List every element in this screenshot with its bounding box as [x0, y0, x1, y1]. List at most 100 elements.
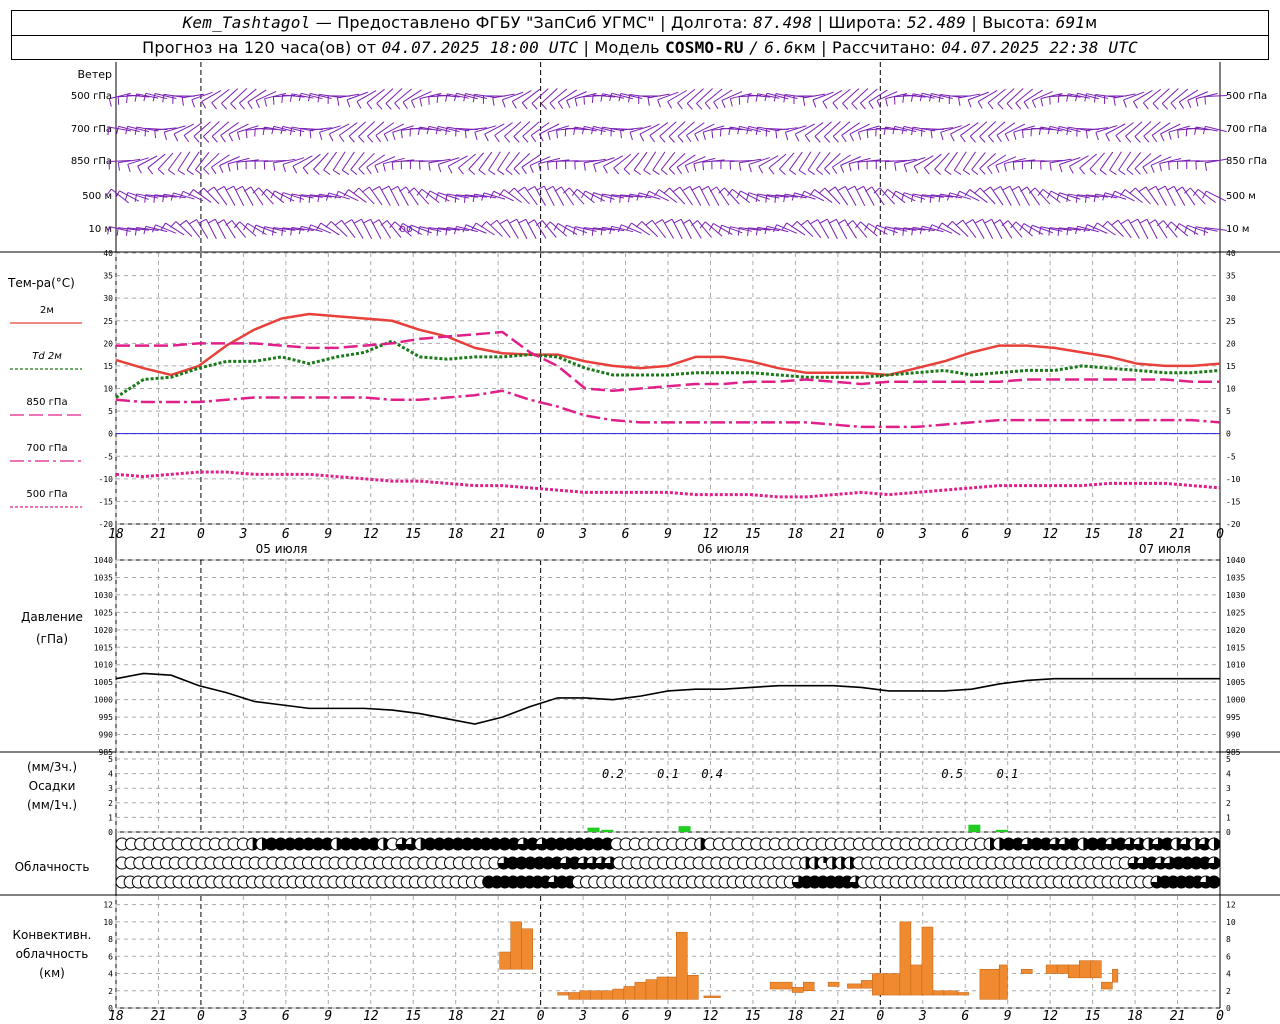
conv-bar: [667, 976, 677, 1000]
x-tick-label: 9: [324, 527, 332, 542]
wind-barb-flag: [1006, 103, 1013, 110]
wind-barb-flag: [686, 103, 693, 110]
conv-y-label: 4: [108, 970, 113, 979]
wind-barb: [814, 121, 832, 137]
wind-barb-flag: [1168, 131, 1172, 140]
wind-barb-flag: [903, 164, 908, 173]
x-tick-label: 15: [405, 527, 421, 542]
wind-barb-flag: [309, 130, 312, 139]
conv-bar: [847, 983, 862, 989]
wind-barb-flag: [419, 98, 423, 107]
wind-barb-flag: [208, 218, 216, 224]
wind-barb-flag: [380, 220, 388, 226]
wind-barb-flag: [1095, 132, 1099, 141]
wind-barb-flag: [864, 186, 873, 192]
conv-bar: [687, 975, 699, 1000]
precip-bar: [995, 829, 1008, 832]
conv-bar: [899, 921, 912, 996]
wind-barb-flag: [1161, 103, 1169, 110]
x-tick-label: 18: [448, 1009, 464, 1024]
wind-barb-flag: [702, 162, 705, 171]
conv-bar: [979, 968, 1000, 1000]
wind-barb-flag: [838, 185, 846, 191]
wind-barb-flag: [718, 225, 723, 233]
date-label: 05 июля: [256, 542, 308, 556]
temp-y-label: 5: [1226, 407, 1231, 416]
x-tick-label: 0: [1216, 527, 1224, 542]
conv-bar: [921, 926, 934, 996]
x-tick-label: 21: [490, 1009, 506, 1024]
wind-barb: [383, 123, 405, 135]
wind-barb-flag: [1187, 100, 1192, 108]
wind-barb-flag: [1139, 218, 1148, 224]
wind-barb-flag: [207, 186, 215, 193]
wind-barb: [679, 186, 693, 206]
wind-barb-flag: [1185, 128, 1188, 137]
x-tick-label: 0: [876, 1009, 884, 1024]
pressure-y-label: 1040: [1226, 556, 1245, 565]
x-tick-label: 0: [537, 1009, 545, 1024]
wind-barb: [230, 88, 248, 104]
wind-barb-flag: [779, 168, 786, 175]
wind-barb-flag: [245, 130, 248, 139]
wind-barb: [549, 88, 568, 104]
conv-bar: [769, 981, 793, 990]
wind-barb-flag: [1142, 102, 1149, 110]
temp-y-label: 40: [103, 249, 113, 258]
wind-barb-flag: [273, 162, 276, 171]
wind-barb-flag: [1184, 225, 1188, 233]
wind-barb-flag: [682, 219, 690, 225]
wind-barb-flag: [557, 101, 564, 109]
wind-barb-flag: [816, 169, 824, 175]
wind-barb-flag: [1101, 220, 1108, 228]
wind-barb-flag: [954, 169, 962, 176]
wind-barb-flag: [997, 103, 1004, 110]
wind-barb-flag: [216, 219, 225, 225]
wind-barb-flag: [958, 97, 961, 106]
wind-barb: [361, 218, 373, 240]
pressure-y-label: 1005: [94, 678, 113, 687]
wind-barb-flag: [676, 166, 683, 175]
wind-barb-flag: [494, 135, 500, 143]
conv-y-label: 2: [108, 987, 113, 996]
wind-barb-flag: [505, 169, 513, 175]
x-tick-label: 15: [745, 1009, 761, 1024]
x-tick-label: 21: [151, 527, 167, 542]
wind-barb-flag: [1175, 186, 1183, 192]
conv-bar: [557, 992, 569, 996]
wind-barb: [659, 121, 677, 137]
wind-barb-flag: [600, 93, 603, 102]
wind-barb-flag: [374, 165, 379, 173]
wind-barb: [341, 219, 356, 239]
wind-barb: [824, 153, 841, 169]
wind-barb-flag: [857, 162, 860, 171]
wind-barb-flag: [437, 164, 442, 173]
precip-value-label: 0.4: [701, 767, 723, 781]
wind-barb-flag: [758, 166, 764, 174]
wind-barb: [338, 190, 359, 202]
wind-barb: [1152, 88, 1170, 104]
wind-barb-flag: [993, 185, 1001, 191]
wind-barb-flag: [478, 169, 486, 176]
conv-bar: [957, 992, 970, 996]
wind-barb-flag: [474, 132, 478, 141]
wind-barb-flag: [177, 169, 185, 176]
cloud-fill: [1214, 838, 1220, 850]
wind-barb-flag: [298, 226, 302, 235]
wind-barb-flag: [490, 219, 498, 226]
x-tick-label: 3: [918, 527, 927, 542]
wind-barb-flag: [668, 168, 676, 175]
wind-barb-flag: [201, 101, 207, 109]
wind-barb-flag: [181, 97, 184, 106]
wind-barb-flag: [1058, 164, 1063, 173]
wind-barb-flag: [1195, 98, 1199, 107]
wind-barb: [1069, 155, 1089, 167]
wind-barb-flag: [367, 135, 374, 143]
wind-barb-flag: [1202, 126, 1206, 135]
wind-barb-flag: [336, 97, 340, 106]
wind-barb-flag: [824, 168, 831, 175]
wind-barb-flag: [518, 218, 527, 224]
wind-barb-flag: [652, 169, 660, 176]
wind-barb-flag: [239, 102, 245, 110]
pressure-y-label: 990: [1226, 731, 1241, 740]
